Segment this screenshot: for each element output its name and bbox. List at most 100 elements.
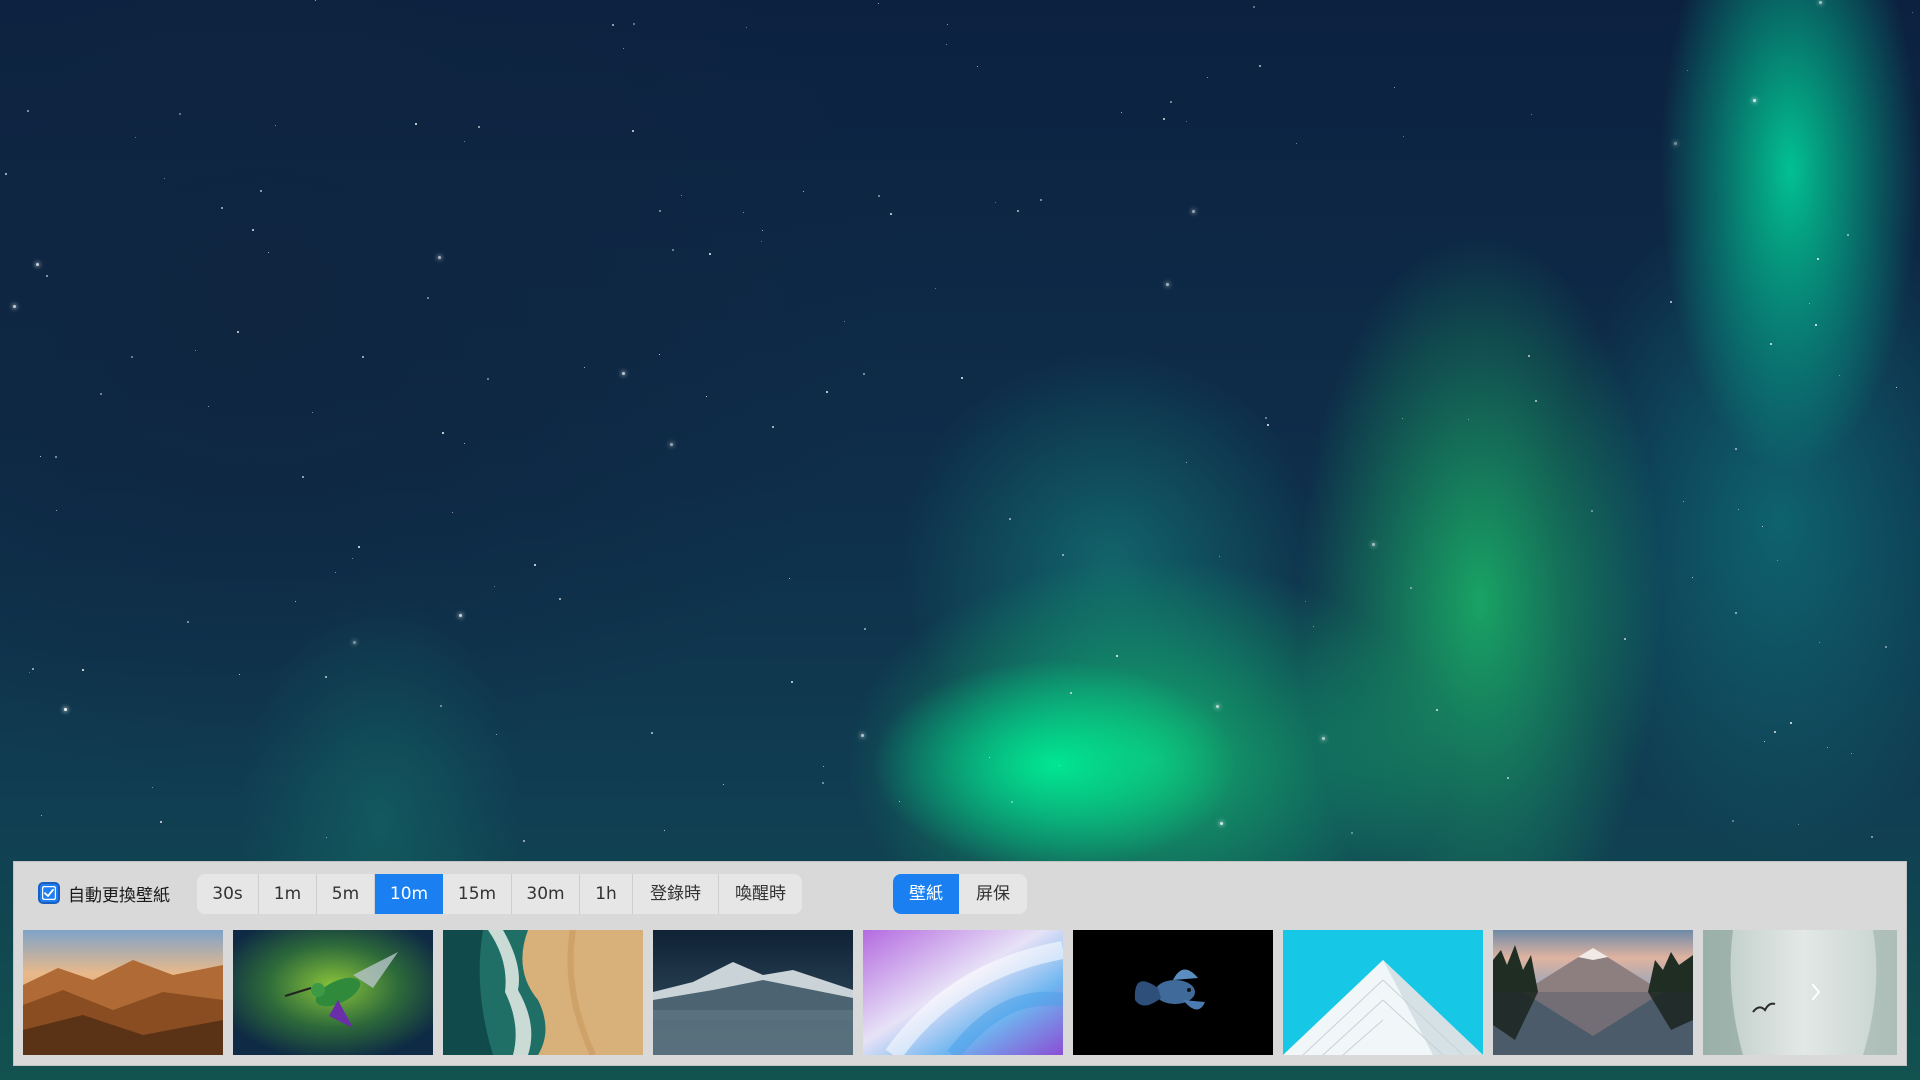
star (1798, 824, 1799, 825)
interval-segmented-control: 30s 1m 5m 10m 15m 30m 1h 登錄時 喚醒時 (197, 874, 802, 914)
star (1738, 509, 1739, 510)
white-building-thumbnail[interactable] (1283, 930, 1483, 1055)
star (131, 356, 133, 358)
star (670, 443, 673, 446)
star (32, 668, 34, 670)
interval-option-1m[interactable]: 1m (259, 874, 317, 914)
star (1815, 324, 1817, 326)
star (1770, 343, 1772, 345)
star (706, 396, 707, 397)
wallpaper-picker-panel: 自動更換壁紙 30s 1m 5m 10m 15m 30m 1h 登錄時 喚醒時 … (13, 861, 1907, 1066)
star (961, 377, 963, 379)
star (1116, 655, 1118, 657)
star (325, 676, 327, 678)
star (1121, 112, 1122, 113)
auto-change-checkbox[interactable] (38, 882, 60, 904)
foggy-cliff-image (1703, 930, 1897, 1055)
star (1322, 737, 1325, 740)
star (1764, 741, 1765, 742)
star (1591, 510, 1593, 512)
aerial-beach-thumbnail[interactable] (443, 930, 643, 1055)
star (1009, 518, 1011, 520)
star (1871, 836, 1873, 838)
star (1011, 801, 1013, 803)
star (1267, 424, 1269, 426)
star (1351, 832, 1353, 834)
star (1059, 765, 1060, 766)
star (622, 372, 625, 375)
hummingbird-image (233, 930, 433, 1055)
interval-option-wakeup[interactable]: 喚醒時 (719, 874, 802, 914)
abstract-gradient-image (863, 930, 1063, 1055)
star (164, 178, 165, 179)
star (723, 784, 724, 785)
star (559, 598, 561, 600)
star (977, 66, 978, 67)
star (1192, 210, 1195, 213)
chevron-right-icon (1812, 984, 1820, 1000)
star (632, 130, 634, 132)
star (1762, 526, 1763, 527)
mountain-sunset-thumbnail[interactable] (23, 930, 223, 1055)
check-icon (42, 886, 56, 900)
star (496, 734, 497, 735)
auto-change-wallpaper-toggle[interactable]: 自動更換壁紙 (38, 877, 170, 909)
star (1402, 418, 1403, 419)
interval-option-30m[interactable]: 30m (512, 874, 580, 914)
hummingbird-thumbnail[interactable] (233, 930, 433, 1055)
star (844, 321, 845, 322)
star (29, 672, 30, 673)
star (187, 621, 189, 623)
star (1670, 301, 1672, 303)
star (1817, 258, 1819, 260)
star (1885, 646, 1887, 648)
star (160, 821, 162, 823)
star (762, 230, 763, 231)
star (822, 782, 824, 784)
star (1507, 777, 1509, 779)
betta-fish-thumbnail[interactable] (1073, 930, 1273, 1055)
star (890, 213, 892, 215)
star (1839, 375, 1840, 376)
lake-reflection-thumbnail[interactable] (1493, 930, 1693, 1055)
interval-option-15m[interactable]: 15m (443, 874, 512, 914)
star (789, 578, 790, 579)
interval-option-30s[interactable]: 30s (197, 874, 259, 914)
star (1683, 501, 1684, 502)
star (772, 426, 774, 428)
next-page-button[interactable] (1801, 974, 1831, 1010)
star (584, 367, 585, 368)
lake-reflection-image (1493, 930, 1693, 1055)
star (681, 195, 682, 196)
star (861, 734, 864, 737)
star (878, 195, 880, 197)
foggy-cliff-bird-thumbnail[interactable] (1703, 930, 1897, 1055)
star (315, 0, 316, 1)
star (709, 253, 711, 255)
star (1624, 638, 1626, 640)
auto-change-label: 自動更換壁紙 (68, 885, 170, 906)
star (803, 191, 804, 192)
star (1692, 577, 1693, 578)
mode-wallpaper-tab[interactable]: 壁紙 (893, 874, 959, 914)
interval-option-10m[interactable]: 10m (375, 874, 443, 914)
star (989, 757, 990, 758)
interval-option-login[interactable]: 登錄時 (633, 874, 719, 914)
star (1207, 77, 1208, 78)
star (1305, 601, 1306, 602)
star (1896, 387, 1897, 388)
star (1017, 210, 1019, 212)
interval-option-5m[interactable]: 5m (317, 874, 375, 914)
star (823, 766, 824, 767)
star (268, 252, 269, 253)
mode-screensaver-tab[interactable]: 屏保 (959, 874, 1027, 914)
snowy-peak-clouds-thumbnail[interactable] (653, 930, 853, 1055)
betta-fish-image (1073, 930, 1273, 1055)
interval-option-1h[interactable]: 1h (580, 874, 633, 914)
star (239, 674, 240, 675)
star (438, 256, 441, 259)
star (237, 331, 239, 333)
star (1735, 448, 1737, 450)
abstract-gradient-thumbnail[interactable] (863, 930, 1063, 1055)
star (1166, 283, 1169, 286)
